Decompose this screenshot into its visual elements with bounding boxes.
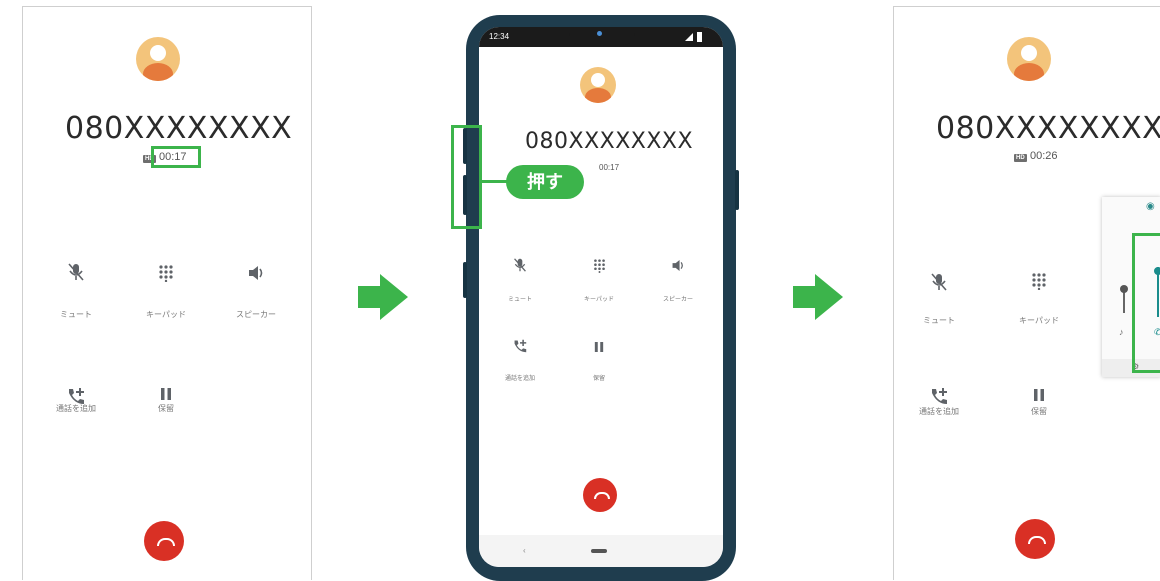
keypad-icon[interactable] [151,264,181,287]
music-note-icon: ♪ [1119,327,1124,337]
front-camera-icon [597,31,602,36]
contact-avatar [1007,37,1051,81]
hang-up-icon [157,538,175,546]
call-screen-left: 080XXXXXXXX HD 00:17 ミュート キーパッド スピーカー 通話… [22,6,312,580]
phone-number: 080XXXXXXXX [65,111,293,146]
callout-line [482,180,508,183]
power-key[interactable] [735,170,739,210]
speaker-icon[interactable] [241,265,271,286]
call-timer: 00:17 [599,163,620,172]
hold-icon[interactable] [584,340,614,358]
end-call-button[interactable] [1015,519,1055,559]
battery-icon [697,32,702,42]
home-pill-icon[interactable] [591,549,607,553]
mute-label: ミュート [507,297,532,303]
add-call-label: 通話を追加 [56,404,96,413]
hd-badge: HD [1014,154,1027,162]
ring-slider-thumb[interactable] [1120,285,1128,293]
call-screen-right: 080XXXXXXXX HD 00:26 ミュート キーパッド 通話を追加 保留… [893,6,1160,580]
phone-screen: 12:34 080XXXXXXXX 00:17 ミュート キーパッド スピーカー… [479,27,723,567]
side-key[interactable] [463,262,467,298]
keypad-icon[interactable] [584,258,614,278]
contact-avatar [136,37,180,81]
add-call-icon[interactable] [505,339,535,358]
speaker-icon[interactable] [663,259,693,277]
volume-slider-highlight-box [1132,233,1160,373]
call-timer: 00:26 [1030,150,1058,162]
phone-number: 080XXXXXXXX [525,129,694,154]
arrow-right-icon [793,274,843,320]
back-icon[interactable]: ‹ [523,546,526,555]
hold-label: 保留 [1031,407,1047,416]
vibrate-icon[interactable]: ◉ [1146,201,1155,212]
phone-number: 080XXXXXXXX [936,111,1160,146]
mute-icon[interactable] [505,257,535,278]
speaker-label: スピーカー [236,310,276,319]
volume-key-highlight-box [451,125,482,229]
mute-label: ミュート [923,316,955,325]
end-call-button[interactable] [583,478,617,512]
press-callout-label: 押す [506,165,584,199]
keypad-icon[interactable] [1024,272,1054,295]
add-call-label: 通話を追加 [504,376,535,382]
hold-icon[interactable] [1024,388,1054,407]
timer-highlight-box [151,146,201,168]
keypad-label: キーパッド [1019,316,1059,325]
status-time: 12:34 [489,32,510,41]
add-call-label: 通話を追加 [919,407,959,416]
hold-label: 保留 [592,376,605,382]
end-call-button[interactable] [144,521,184,561]
contact-avatar [580,67,616,103]
speaker-label: スピーカー [662,297,693,303]
camera-notch [569,27,635,45]
arrow-right-icon [358,274,408,320]
mute-label: ミュート [60,310,92,319]
hang-up-icon [1028,536,1046,544]
keypad-label: キーパッド [146,310,186,319]
mute-icon[interactable] [924,272,954,297]
keypad-label: キーパッド [584,297,614,303]
hold-label: 保留 [158,404,174,413]
mute-icon[interactable] [61,262,91,287]
hang-up-icon [594,492,610,499]
